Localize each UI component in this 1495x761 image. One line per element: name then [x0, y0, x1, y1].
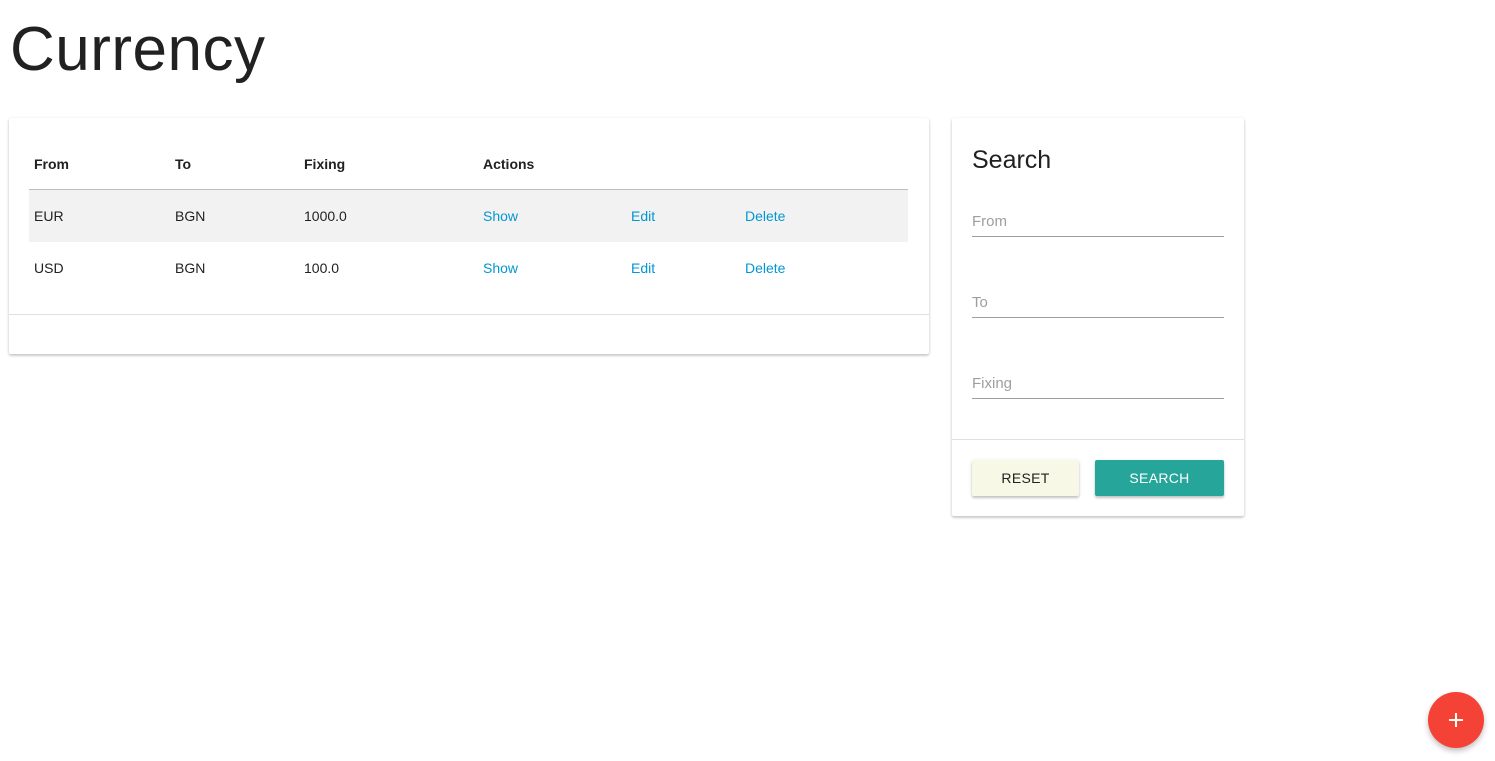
column-header-empty: [626, 139, 740, 190]
currency-table-card: From To Fixing Actions EUR BGN 1000.0 Sh…: [9, 118, 929, 354]
table-header-row: From To Fixing Actions: [29, 139, 908, 190]
plus-icon: [1449, 713, 1463, 727]
table-row: EUR BGN 1000.0 Show Edit Delete: [29, 189, 908, 242]
edit-link[interactable]: Edit: [631, 260, 655, 276]
cell-delete: Delete: [740, 189, 908, 242]
to-search-input[interactable]: [972, 287, 1224, 318]
cell-fixing: 100.0: [304, 260, 340, 276]
column-header-from: From: [29, 139, 170, 190]
show-link[interactable]: Show: [483, 260, 518, 276]
fixing-search-input[interactable]: [972, 368, 1224, 399]
delete-link[interactable]: Delete: [745, 208, 785, 224]
cell-from: EUR: [29, 189, 170, 242]
cell-from: USD: [34, 260, 64, 276]
table-row: USD BGN 100.0 Show Edit Delete: [29, 242, 908, 294]
add-currency-button[interactable]: [1428, 692, 1484, 748]
cell-to: BGN: [175, 260, 206, 276]
cell-delete: Delete: [740, 242, 908, 294]
cell-show: Show: [478, 242, 626, 294]
cell-to: BGN: [170, 189, 299, 242]
column-header-actions: Actions: [478, 139, 626, 190]
search-button[interactable]: SEARCH: [1095, 460, 1224, 496]
cell-show: Show: [478, 189, 626, 242]
cell-fixing: 1000.0: [299, 189, 478, 242]
table-card-footer: [9, 314, 929, 354]
search-actions: RESET SEARCH: [952, 439, 1244, 516]
column-header-to: To: [170, 139, 299, 190]
delete-link[interactable]: Delete: [745, 260, 785, 276]
column-header-fixing: Fixing: [299, 139, 478, 190]
search-card: Search RESET SEARCH: [952, 118, 1244, 516]
cell-edit: Edit: [626, 189, 740, 242]
edit-link[interactable]: Edit: [631, 208, 655, 224]
page-title: Currency: [10, 15, 266, 84]
from-search-input[interactable]: [972, 206, 1224, 237]
show-link[interactable]: Show: [483, 208, 518, 224]
column-header-empty: [740, 139, 908, 190]
cell-edit: Edit: [626, 242, 740, 294]
currency-table: From To Fixing Actions EUR BGN 1000.0 Sh…: [29, 139, 908, 294]
reset-button[interactable]: RESET: [972, 460, 1079, 496]
search-title: Search: [972, 146, 1052, 174]
